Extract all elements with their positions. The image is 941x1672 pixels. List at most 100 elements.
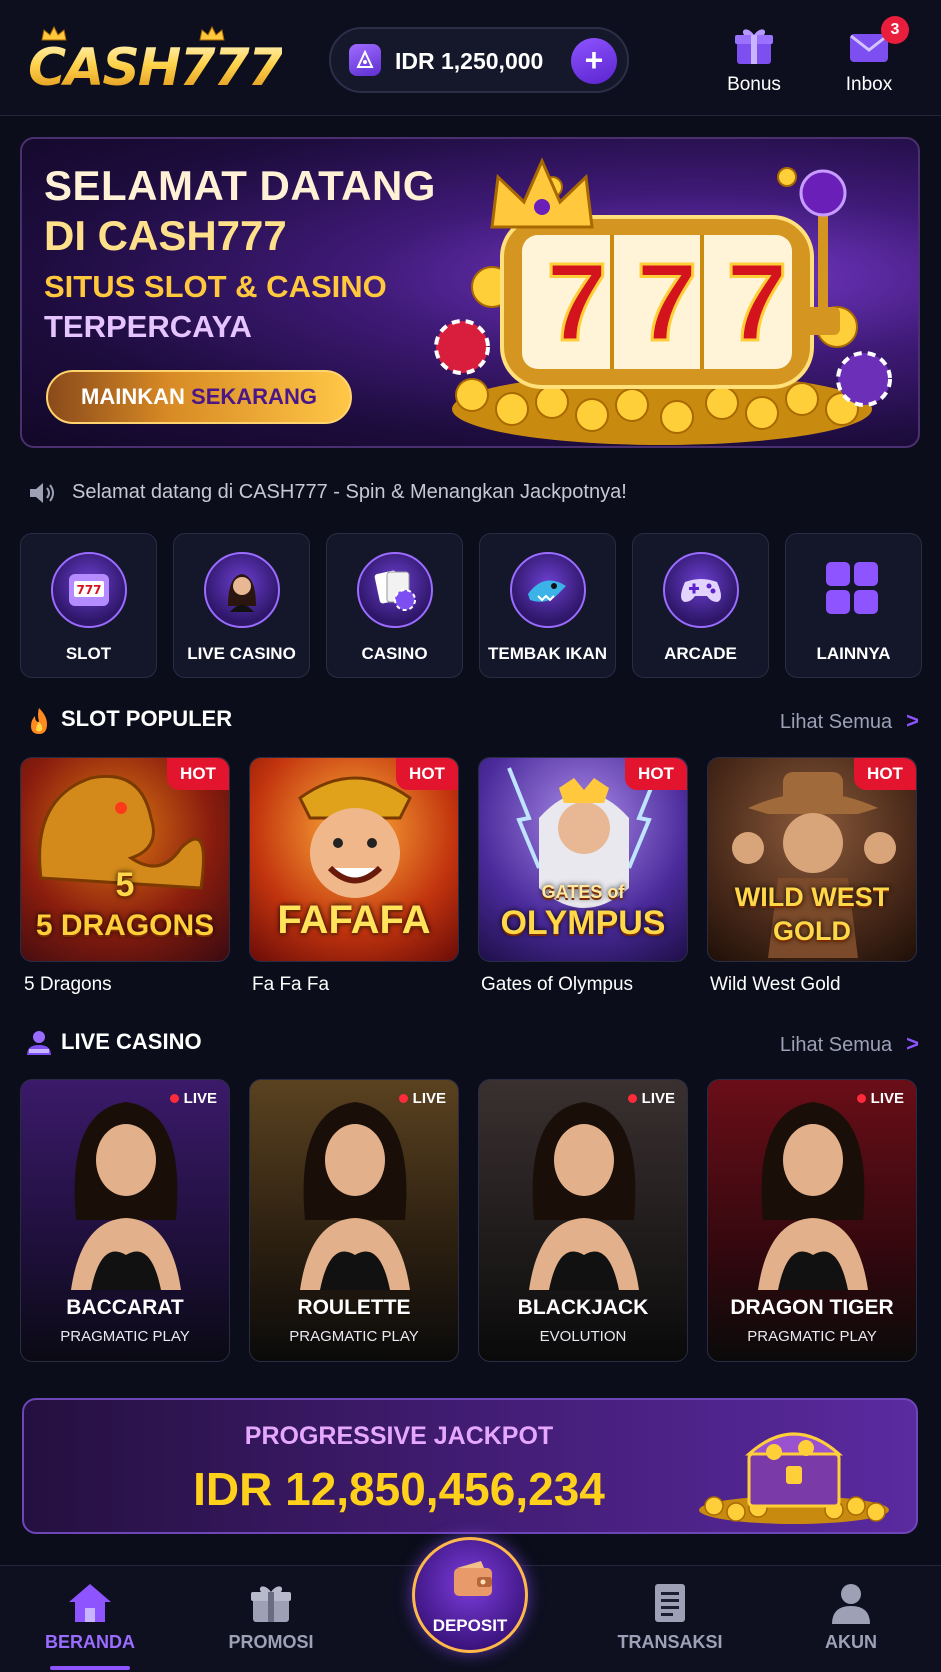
game-art-small: GATES of [541,882,625,902]
balance-pill[interactable]: IDR 1,250,000 + [329,27,629,93]
active-tab-indicator [50,1666,130,1670]
hot-badge: HOT [396,758,458,790]
wallet-icon [454,1561,492,1596]
live-table-roulette[interactable]: LIVE ROULETTE PRAGMATIC PLAY [249,1079,459,1362]
game-name[interactable]: Wild West Gold [710,974,841,996]
category-slot[interactable]: 777 SLOT [20,533,157,678]
jackpot-value: IDR 12,850,456,234 [193,1463,605,1515]
dealer-image [758,1102,868,1290]
balance-amount: IDR 1,250,000 [395,48,544,74]
live-badge-label: LIVE [183,1090,217,1107]
live-badge: LIVE [398,1090,446,1107]
treasure-chest-icon [699,1432,889,1524]
game-card-5-dragons[interactable]: 5 5 DRAGONS HOT [20,757,230,962]
game-name[interactable]: Fa Fa Fa [252,974,329,996]
category-lainnya[interactable]: LAINNYA [785,533,922,678]
top-header: CASH777 IDR 1,250,000 + Bonus 3 Inbox [0,0,941,116]
add-balance-button[interactable]: + [571,38,617,84]
game-art-number: 5 [115,866,135,904]
live-table-baccarat[interactable]: LIVE BACCARAT PRAGMATIC PLAY [20,1079,230,1362]
nav-account[interactable]: AKUN [791,1582,911,1653]
game-name[interactable]: 5 Dragons [24,974,112,996]
gift-icon [735,29,773,64]
live-see-all-link[interactable]: Lihat Semua > [780,1031,919,1057]
category-live-casino[interactable]: LIVE CASINO [173,533,310,678]
jackpot-title: PROGRESSIVE JACKPOT [244,1422,554,1450]
hero-title-line2: DI CASH777 [44,212,287,259]
category-arcade[interactable]: ARCADE [632,533,769,678]
bonus-button[interactable]: Bonus [714,24,794,100]
home-icon [69,1584,111,1622]
hero-subtitle-line2: TERPERCAYA [44,309,252,344]
dealer-image [529,1102,639,1290]
category-label: CASINO [361,644,428,663]
game-card-fafafa[interactable]: FAFAFA HOT [249,757,459,962]
table-name: ROULETTE [297,1296,411,1319]
live-badge: LIVE [856,1090,904,1107]
live-table-blackjack[interactable]: LIVE BLACKJACK EVOLUTION [478,1079,688,1362]
slot-see-all-link[interactable]: Lihat Semua > [780,708,919,734]
game-card-wild-west-gold[interactable]: WILD WEST GOLD HOT [707,757,917,962]
slot-section-title: SLOT POPULER [25,706,325,736]
hot-badge: HOT [625,758,687,790]
slot-section-label: SLOT POPULER [61,706,233,731]
hero-title-line1: SELAMAT DATANG [44,162,436,209]
logo-text: CASH777 [28,38,284,98]
progressive-jackpot-banner[interactable]: PROGRESSIVE JACKPOT IDR 12,850,456,234 [22,1398,918,1534]
dealer-image [300,1102,410,1290]
table-name: DRAGON TIGER [730,1296,894,1319]
deposit-label: DEPOSIT [432,1616,508,1635]
category-casino[interactable]: CASINO [326,533,463,678]
play-now-button[interactable]: MAINKAN SEKARANG [46,370,352,424]
live-badge: LIVE [169,1090,217,1107]
dealer-image [71,1102,181,1290]
category-label: LAINNYA [816,644,891,663]
inbox-button[interactable]: 3 Inbox [829,16,909,100]
game-art-title: OLYMPUS [500,904,666,942]
live-badge-label: LIVE [641,1090,675,1107]
user-icon [832,1584,870,1624]
table-provider: EVOLUTION [539,1328,627,1345]
svg-text:777: 777 [76,583,101,597]
game-name[interactable]: Gates of Olympus [481,974,633,996]
game-card-gates-of-olympus[interactable]: GATES of OLYMPUS HOT [478,757,688,962]
live-table-dragon-tiger[interactable]: LIVE DRAGON TIGER PRAGMATIC PLAY [707,1079,917,1362]
grid-icon [816,552,892,628]
wallet-icon [349,44,381,76]
nav-transactions[interactable]: TRANSAKSI [610,1582,730,1653]
nav-home[interactable]: BERANDA [30,1582,150,1653]
inbox-badge: 3 [881,16,909,44]
game-art-title: WILD WEST [734,882,890,912]
reel-digit-3: 7 [725,240,789,366]
gamepad-icon [663,552,739,628]
nav-promo-label: PROMOSI [228,1632,314,1652]
category-label: LIVE CASINO [187,644,296,663]
brand-logo[interactable]: CASH777 [28,26,284,98]
nav-account-label: AKUN [825,1632,877,1652]
game-art-title: FAFAFA [277,898,431,942]
nav-promo[interactable]: PROMOSI [211,1582,331,1653]
live-badge-label: LIVE [870,1090,904,1107]
category-tembak-ikan[interactable]: TEMBAK IKAN [479,533,616,678]
live-section-title: LIVE CASINO [25,1029,325,1059]
hero-banner[interactable]: SELAMAT DATANG DI CASH777 SITUS SLOT & C… [20,137,920,448]
see-all-label: Lihat Semua [779,1034,893,1056]
table-name: BLACKJACK [517,1296,649,1319]
inbox-label: Inbox [845,74,893,95]
table-provider: PRAGMATIC PLAY [289,1328,419,1345]
dealer-person-icon [27,1031,51,1055]
announcement-marquee: Selamat datang di CASH777 - Spin & Menan… [28,478,918,508]
dealer-icon [204,552,280,628]
deposit-button[interactable]: DEPOSIT [412,1537,528,1653]
chevron-right-icon: > [906,708,919,733]
table-provider: PRAGMATIC PLAY [747,1328,877,1345]
hot-badge: HOT [167,758,229,790]
chevron-right-icon: > [906,1031,919,1056]
hero-subtitle-line1: SITUS SLOT & CASINO [44,269,387,304]
hot-badge: HOT [854,758,916,790]
category-label: ARCADE [664,644,737,663]
reel-digit-1: 7 [545,240,609,366]
receipt-icon [655,1584,685,1622]
play-now-label-a: MAINKAN [81,384,192,409]
table-provider: PRAGMATIC PLAY [60,1328,190,1345]
